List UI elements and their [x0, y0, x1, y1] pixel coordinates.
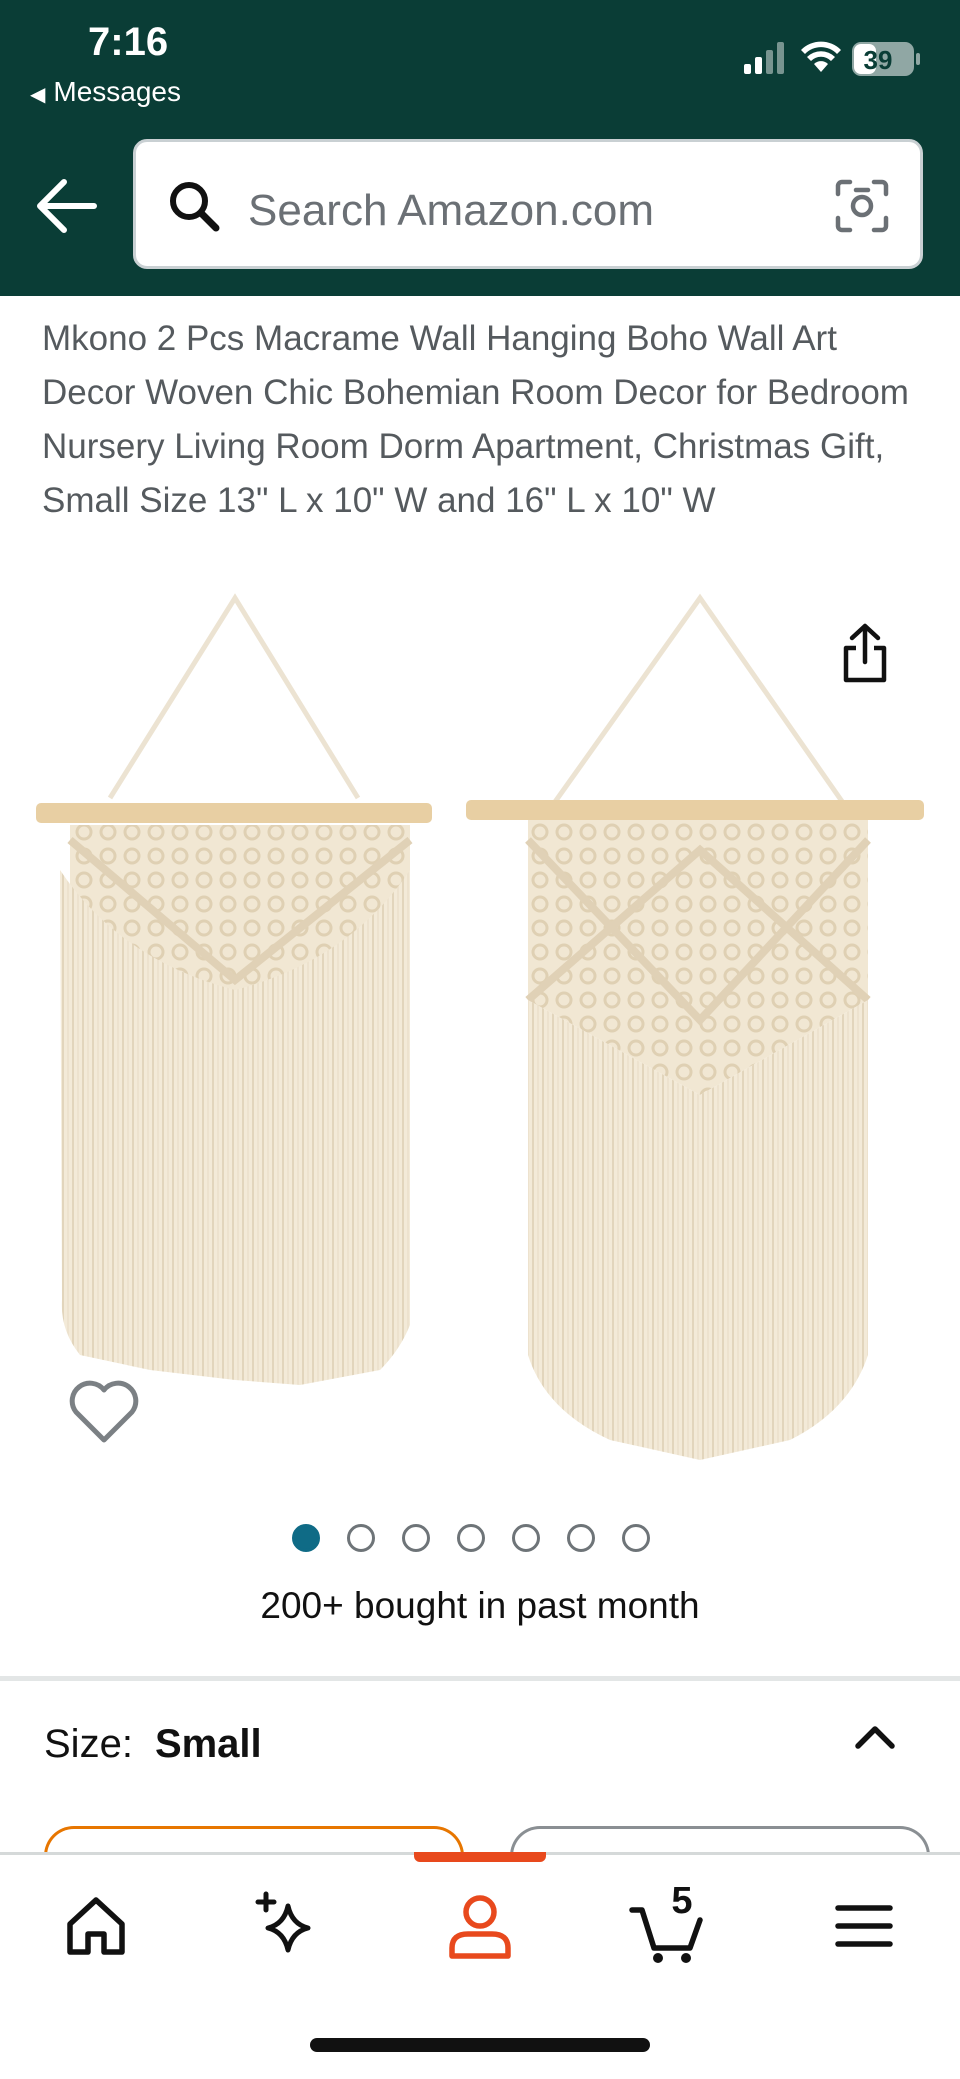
carousel-dot[interactable]	[292, 1524, 320, 1552]
bought-in-past-month: 200+ bought in past month	[260, 1585, 700, 1626]
carousel-dot[interactable]	[457, 1524, 485, 1552]
sparkle-icon[interactable]	[246, 1886, 326, 1966]
share-icon[interactable]	[840, 622, 890, 686]
wifi-icon	[801, 41, 841, 72]
back-to-messages-link[interactable]: ◀ Messages	[30, 76, 181, 108]
active-tab-indicator	[414, 1852, 546, 1862]
back-triangle-icon: ◀	[30, 84, 46, 106]
back-arrow-icon[interactable]	[34, 176, 98, 236]
carousel-dot[interactable]	[512, 1524, 540, 1552]
chevron-up-icon[interactable]	[852, 1720, 898, 1754]
image-carousel-dots[interactable]	[292, 1524, 650, 1554]
battery-indicator: 39	[852, 42, 920, 76]
carousel-dot[interactable]	[347, 1524, 375, 1552]
person-icon[interactable]	[440, 1886, 520, 1966]
back-app-label: Messages	[53, 76, 182, 107]
camera-scan-icon[interactable]	[834, 178, 890, 234]
product-title: Mkono 2 Pcs Macrame Wall Hanging Boho Wa…	[42, 319, 909, 520]
wishlist-heart-icon[interactable]	[68, 1380, 140, 1446]
status-time: 7:16	[88, 20, 169, 64]
search-input[interactable]: Search Amazon.com	[248, 186, 654, 236]
size-selector-header[interactable]: Size: Small	[44, 1722, 262, 1767]
search-icon	[170, 182, 220, 232]
cellular-signal-icon	[744, 42, 784, 74]
section-divider	[0, 1676, 960, 1681]
battery-percent: 39	[863, 45, 893, 75]
size-value: Small	[154, 1722, 262, 1766]
product-image[interactable]	[0, 580, 960, 1480]
search-bar[interactable]: Search Amazon.com	[133, 139, 923, 269]
menu-icon[interactable]	[824, 1886, 904, 1966]
cart-count-badge: 5	[671, 1880, 693, 1922]
home-indicator-bar	[310, 2038, 650, 2052]
carousel-dot[interactable]	[567, 1524, 595, 1552]
carousel-dot[interactable]	[402, 1524, 430, 1552]
app-header: 7:16 ◀ Messages 39 Search Amazon.com	[0, 0, 960, 296]
carousel-dot[interactable]	[622, 1524, 650, 1552]
size-label: Size:	[44, 1722, 133, 1766]
home-icon[interactable]	[56, 1886, 136, 1966]
